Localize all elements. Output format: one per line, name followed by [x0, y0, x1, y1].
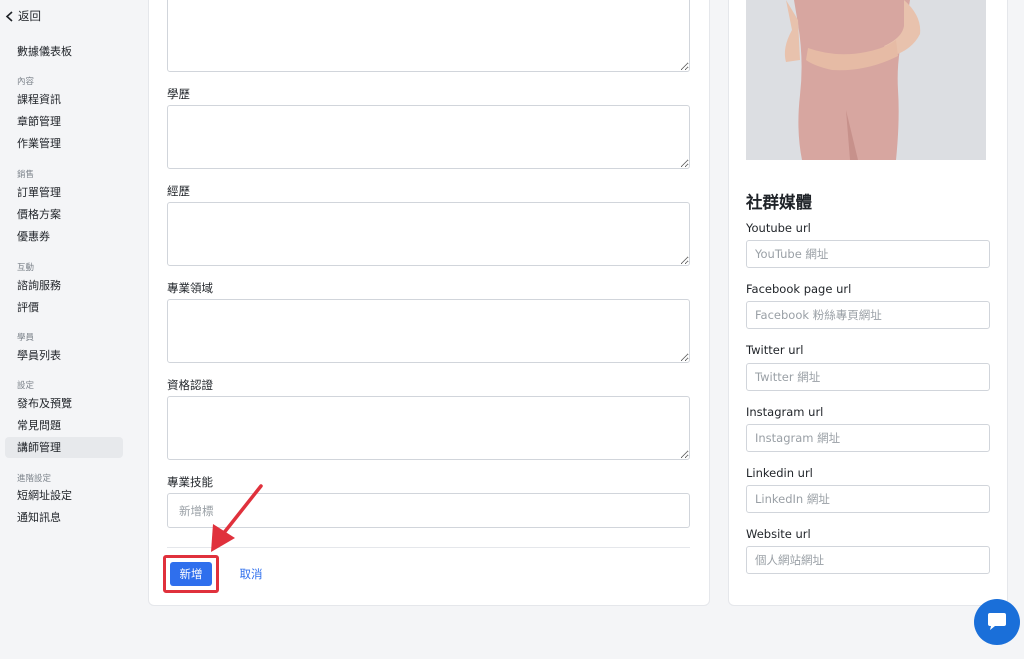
sidebar-item-consulting[interactable]: 諮詢服務 [5, 275, 123, 296]
sidebar-group-sales: 銷售 [17, 170, 35, 180]
sidebar-item-reviews[interactable]: 評價 [5, 297, 123, 318]
sidebar-item-orders[interactable]: 訂單管理 [5, 182, 123, 203]
youtube-label: Youtube url [746, 221, 811, 235]
sidebar-group-settings: 設定 [17, 381, 35, 391]
sidebar-item-notifications[interactable]: 通知訊息 [5, 507, 123, 528]
sidebar-item-chapters[interactable]: 章節管理 [5, 111, 123, 132]
youtube-url-input[interactable] [746, 240, 990, 268]
sidebar-item-homework[interactable]: 作業管理 [5, 133, 123, 154]
twitter-label: Twitter url [746, 343, 804, 357]
instructor-photo [746, 0, 986, 160]
education-label: 學歷 [167, 87, 190, 101]
facebook-label: Facebook page url [746, 282, 852, 296]
instagram-label: Instagram url [746, 405, 824, 419]
skills-tag-input[interactable] [167, 493, 690, 528]
sidebar-item-student-list[interactable]: 學員列表 [5, 345, 123, 366]
expertise-label: 專業領域 [167, 281, 213, 295]
cancel-button[interactable]: 取消 [232, 562, 270, 586]
sidebar-item-course-info[interactable]: 課程資訊 [5, 89, 123, 110]
sidebar-group-students: 學員 [17, 333, 35, 343]
chat-widget-button[interactable] [974, 599, 1020, 645]
social-media-title: 社群媒體 [746, 193, 812, 212]
certification-label: 資格認證 [167, 378, 213, 392]
skills-label: 專業技能 [167, 475, 213, 489]
certification-textarea[interactable] [167, 396, 690, 460]
twitter-url-input[interactable] [746, 363, 990, 391]
bio-textarea[interactable] [167, 0, 690, 72]
website-url-input[interactable] [746, 546, 990, 574]
instructor-photo-image [746, 0, 986, 160]
chevron-left-icon [5, 10, 13, 22]
website-label: Website url [746, 527, 811, 541]
instagram-url-input[interactable] [746, 424, 990, 452]
sidebar-item-pricing[interactable]: 價格方案 [5, 204, 123, 225]
facebook-url-input[interactable] [746, 301, 990, 329]
experience-textarea[interactable] [167, 202, 690, 266]
sidebar-group-content: 內容 [17, 77, 35, 87]
education-textarea[interactable] [167, 105, 690, 169]
sidebar-item-short-url[interactable]: 短網址設定 [5, 485, 123, 506]
sidebar-group-interaction: 互動 [17, 263, 35, 273]
sidebar-item-publish[interactable]: 發布及預覽 [5, 393, 123, 414]
chat-bubble-icon [988, 613, 1006, 630]
linkedin-url-input[interactable] [746, 485, 990, 513]
form-divider [167, 547, 690, 548]
experience-label: 經歷 [167, 184, 190, 198]
sidebar-item-coupons[interactable]: 優惠券 [5, 226, 123, 247]
linkedin-label: Linkedin url [746, 466, 813, 480]
sidebar-item-instructors[interactable]: 講師管理 [5, 437, 123, 458]
sidebar-item-dashboard[interactable]: 數據儀表板 [5, 41, 123, 62]
back-label: 返回 [18, 9, 41, 23]
back-link[interactable]: 返回 [5, 8, 41, 24]
expertise-textarea[interactable] [167, 299, 690, 363]
add-button[interactable]: 新增 [170, 562, 212, 586]
sidebar: 返回 數據儀表板 內容 課程資訊 章節管理 作業管理 銷售 訂單管理 價格方案 … [0, 0, 132, 659]
sidebar-group-advanced: 進階設定 [17, 474, 52, 484]
sidebar-item-faq[interactable]: 常見問題 [5, 415, 123, 436]
